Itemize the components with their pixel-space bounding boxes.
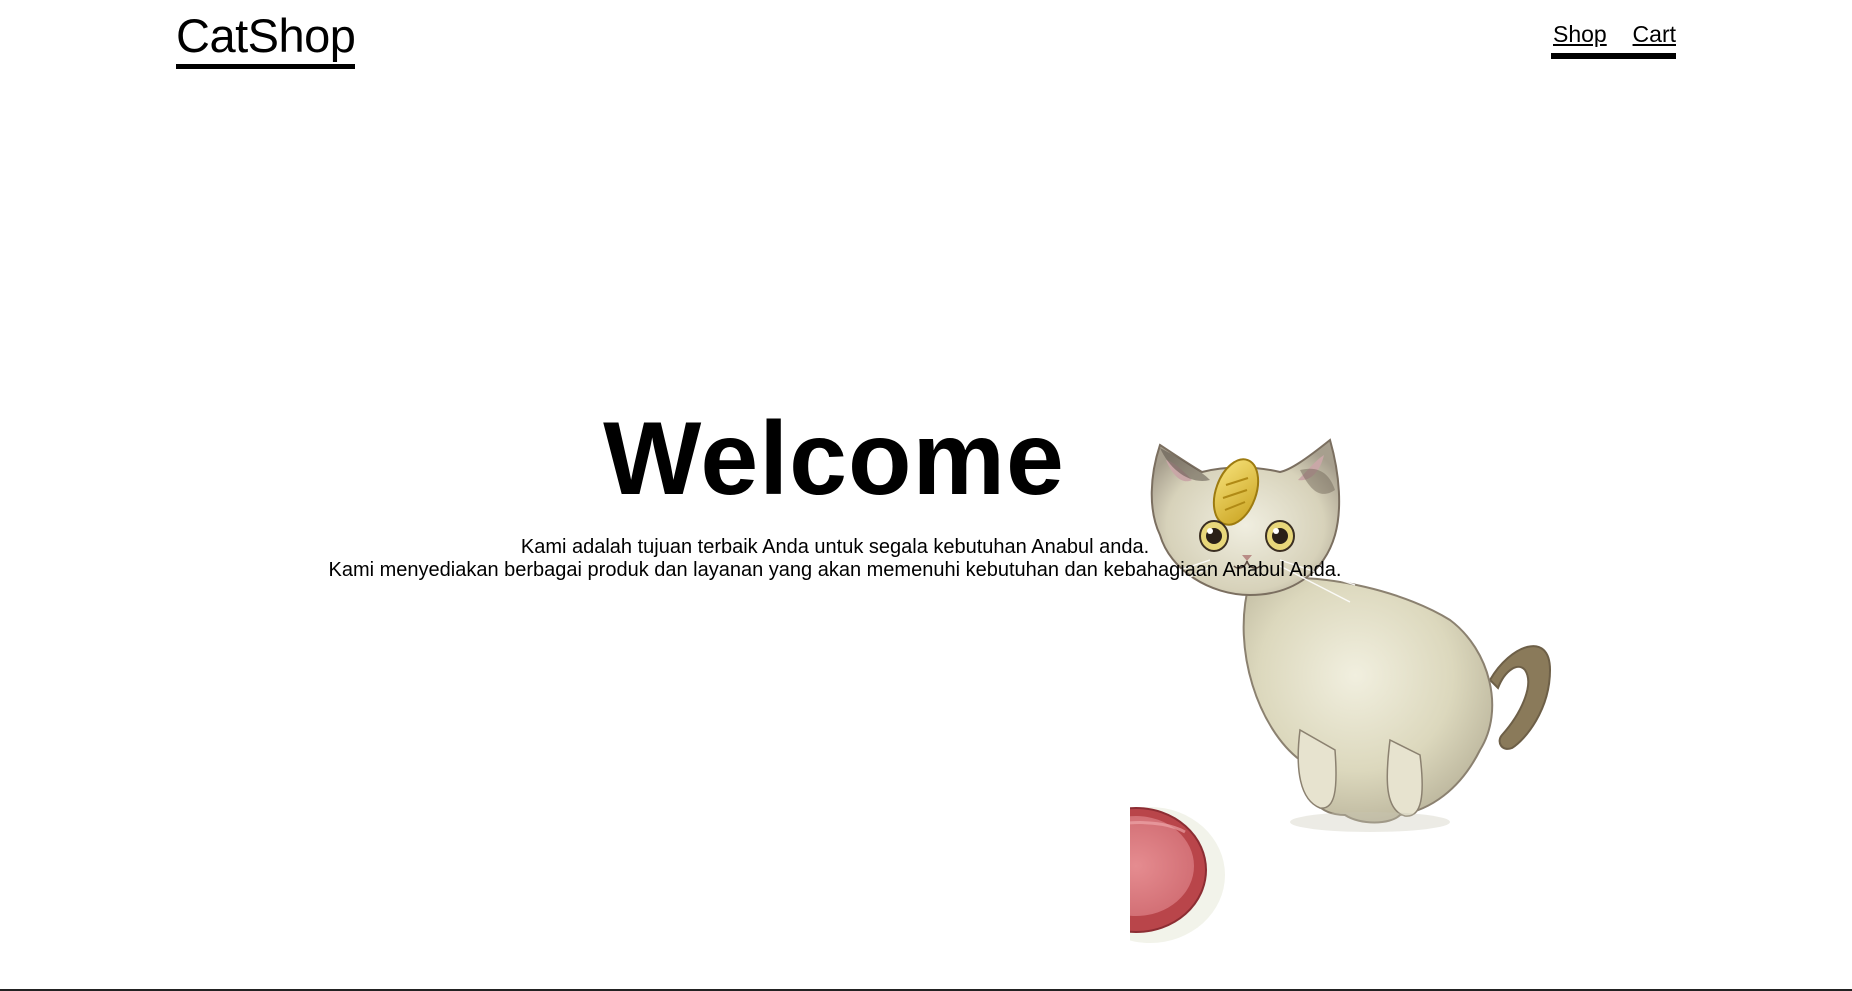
- hero-title: Welcome: [603, 401, 1065, 517]
- hero-tagline: Kami adalah tujuan terbaik Anda untuk se…: [0, 536, 1761, 582]
- nav-link-cart[interactable]: Cart: [1633, 21, 1676, 47]
- nav-link-shop[interactable]: Shop: [1553, 21, 1607, 47]
- cat-tail: [1488, 645, 1552, 750]
- food-bowl: [1130, 807, 1225, 943]
- cat-body: [1242, 576, 1494, 824]
- page: CatShop Shop Cart Welcome Kami adalah tu…: [0, 0, 1852, 991]
- hero-tagline-line-1: Kami adalah tujuan terbaik Anda untuk se…: [520, 536, 1150, 558]
- hero-tagline-line-2: Kami menyediakan berbagai produk dan lay…: [328, 559, 1342, 581]
- main-nav: Shop Cart: [1551, 20, 1676, 59]
- logo-link[interactable]: CatShop: [176, 10, 356, 69]
